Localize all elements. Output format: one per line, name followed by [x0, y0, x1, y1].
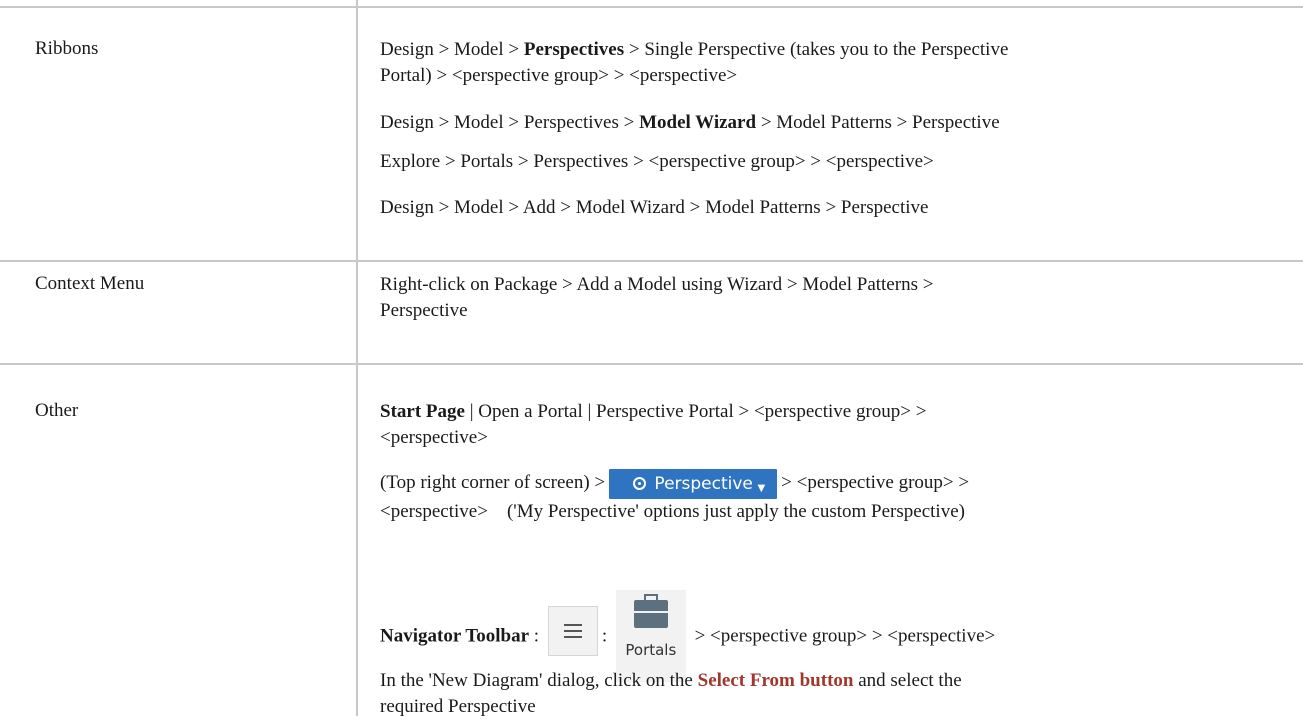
navigator-toolbar-label: Navigator Toolbar	[380, 625, 530, 647]
row-label: Other	[35, 400, 79, 421]
eye-icon	[633, 477, 647, 491]
row-label: Context Menu	[35, 273, 145, 294]
row-label: Ribbons	[35, 38, 99, 59]
table-row: Other Start Page | Open a Portal | Persp…	[35, 400, 996, 717]
start-page-link: Start Page	[380, 401, 465, 422]
briefcase-icon	[633, 594, 668, 628]
table-row: Context Menu Right-click on Package > Ad…	[35, 273, 934, 321]
hamburger-menu-icon[interactable]	[547, 606, 598, 656]
select-from-button-link[interactable]: Select From button	[698, 670, 854, 691]
perspective-button[interactable]: Perspective ▼	[609, 468, 778, 499]
table-row: Ribbons Design > Model > Perspectives > …	[35, 38, 1009, 218]
